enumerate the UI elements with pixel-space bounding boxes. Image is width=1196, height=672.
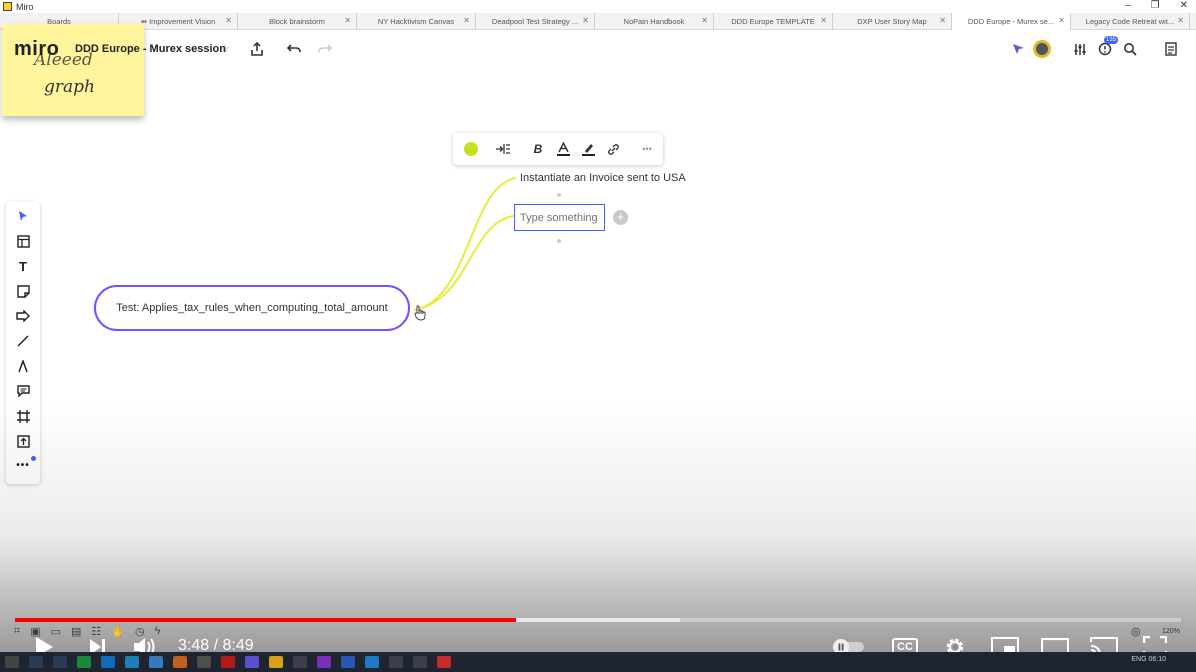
- avatar[interactable]: [1033, 40, 1051, 58]
- branch-line: [413, 215, 515, 311]
- star-icon[interactable]: ☆: [220, 42, 230, 55]
- system-tray: ENG 06:10: [1131, 656, 1166, 663]
- mindmap-connectors: [413, 177, 517, 311]
- app-icon[interactable]: [245, 656, 259, 668]
- taskview-icon[interactable]: [53, 656, 67, 668]
- node-handle-dot: [557, 193, 561, 197]
- hand-cursor-icon: [414, 305, 426, 321]
- start-icon[interactable]: [5, 656, 19, 668]
- notifications-icon[interactable]: 135: [1096, 36, 1119, 58]
- board-menu-icon[interactable]: [1162, 40, 1180, 58]
- app-icon[interactable]: [389, 656, 403, 668]
- app-icon[interactable]: [77, 656, 91, 668]
- frames-icon[interactable]: ⌗: [14, 625, 20, 641]
- redo-icon[interactable]: [316, 40, 334, 58]
- undo-icon[interactable]: [285, 40, 303, 58]
- cursor-share-icon[interactable]: [1010, 40, 1028, 58]
- app-icon[interactable]: [293, 656, 307, 668]
- settings-sliders-icon[interactable]: [1071, 40, 1089, 58]
- app-icon[interactable]: [197, 656, 211, 668]
- screen: Miro – ❐ ✕ Boards ⇹ Improvement Vision ✕ …: [0, 0, 1196, 672]
- add-node-button[interactable]: +: [613, 210, 628, 225]
- board-title[interactable]: DDD Europe - Murex session: [75, 43, 226, 55]
- video-progress-bar[interactable]: [15, 618, 1181, 622]
- windows-taskbar: ENG 06:10: [0, 652, 1196, 672]
- app-icon[interactable]: [125, 656, 139, 668]
- search-icon[interactable]: [1121, 40, 1139, 58]
- miro-logo[interactable]: miro: [14, 38, 59, 61]
- app-icon[interactable]: [317, 656, 331, 668]
- notification-badge: 135: [1104, 36, 1119, 44]
- export-icon[interactable]: [248, 40, 266, 58]
- root-node-text: Test: Applies_tax_rules_when_computing_t…: [116, 302, 388, 314]
- app-icon[interactable]: [101, 656, 115, 668]
- app-icon[interactable]: [221, 656, 235, 668]
- zoom-fit-icon[interactable]: ◎: [1131, 625, 1141, 638]
- mindmap-new-node-input[interactable]: [514, 204, 605, 231]
- app-icon[interactable]: [413, 656, 427, 668]
- progress-played: [15, 618, 517, 622]
- app-icon[interactable]: [341, 656, 355, 668]
- mindmap-child-node[interactable]: Instantiate an Invoice sent to USA: [520, 172, 686, 184]
- search-taskbar-icon[interactable]: [29, 656, 43, 668]
- app-icon[interactable]: [437, 656, 451, 668]
- node-handle-dot: [557, 239, 561, 243]
- app-icon[interactable]: [173, 656, 187, 668]
- cards-icon[interactable]: ▤: [71, 625, 81, 641]
- sticky-note-text: graph: [44, 77, 95, 97]
- app-icon[interactable]: [269, 656, 283, 668]
- app-icon[interactable]: [365, 656, 379, 668]
- mindmap-root-node[interactable]: Test: Applies_tax_rules_when_computing_t…: [94, 285, 410, 331]
- app-icon[interactable]: [149, 656, 163, 668]
- branch-line: [413, 177, 517, 311]
- vote-icon[interactable]: ✋: [111, 625, 125, 641]
